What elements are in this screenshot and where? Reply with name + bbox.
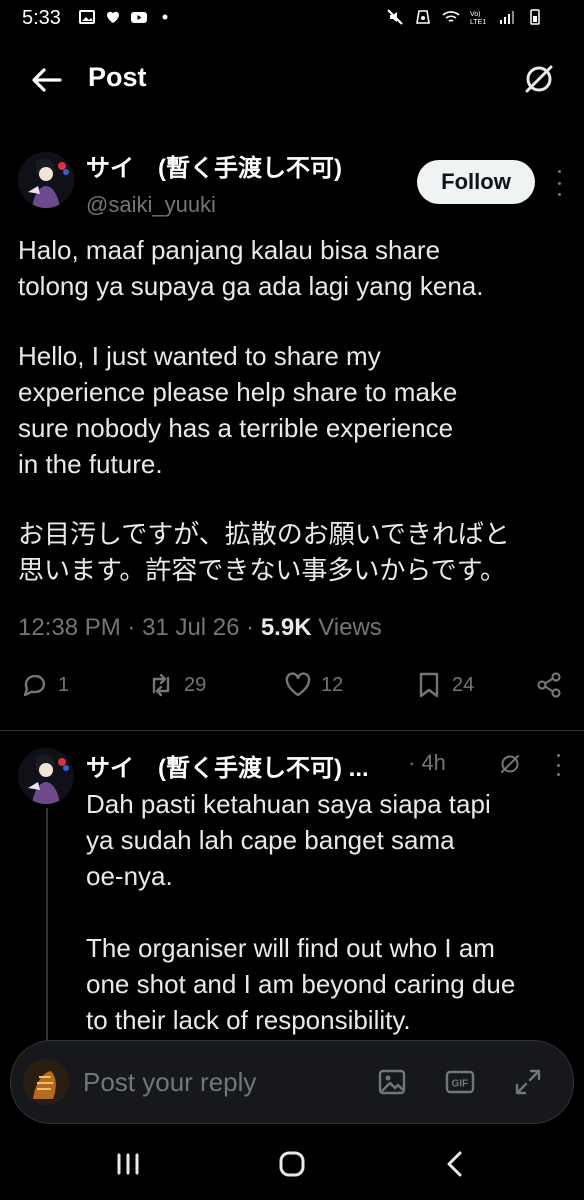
- divider: [0, 730, 584, 731]
- repost-icon: [152, 673, 170, 697]
- status-time: 5:33: [22, 7, 61, 29]
- recent-apps-icon[interactable]: [108, 1148, 148, 1180]
- action-bar: 1 29 12 24: [0, 670, 584, 710]
- post-meta: 12:38 PM · 31 Jul 26 · 5.9K Views: [18, 614, 382, 642]
- post-line: sure nobody has a terrible experience: [18, 413, 454, 443]
- page-title: Post: [88, 62, 147, 92]
- reply-text: Dah pasti ketahuan saya siapa tapi ya su…: [86, 786, 566, 1038]
- repost-button[interactable]: 29: [146, 670, 206, 700]
- reply-time: · 4h: [408, 750, 446, 775]
- reply-line: The organiser will find out who I am: [86, 933, 495, 963]
- reply-line: oe-nya.: [86, 861, 173, 891]
- post-time: 12:38 PM: [18, 614, 121, 641]
- post-line: in the future.: [18, 449, 163, 479]
- post-line: 思います。許容できない事多いからです。: [18, 555, 507, 585]
- dot-icon: [156, 8, 174, 26]
- reply-line: to their lack of responsibility.: [86, 1005, 411, 1035]
- bookmark-button[interactable]: 24: [414, 670, 474, 700]
- system-navigation-bar: [0, 1128, 584, 1200]
- meta-separator: ·: [246, 614, 255, 641]
- author-name[interactable]: サイ (暫く手渡し不可): [86, 148, 342, 183]
- reply-icon: [23, 674, 46, 697]
- svg-text:GIF: GIF: [452, 1079, 469, 1090]
- like-count: 12: [321, 673, 344, 696]
- author-handle[interactable]: @saiki_yuuki: [86, 192, 216, 218]
- post-line: お目汚しですが、拡散のお願いできればと: [18, 519, 510, 549]
- reply-line: one shot and I am beyond caring due: [86, 969, 516, 999]
- bookmark-count: 24: [452, 673, 475, 696]
- top-bar: Post: [0, 48, 584, 112]
- post-date: 31 Jul 26: [142, 614, 240, 641]
- post-line: tolong ya supaya ga ada lagi yang kena.: [18, 271, 484, 301]
- more-options-icon[interactable]: [552, 170, 566, 196]
- grok-icon[interactable]: [498, 752, 522, 776]
- follow-button[interactable]: Follow: [417, 160, 535, 204]
- gallery-icon: [78, 8, 96, 26]
- battery-icon: [526, 8, 544, 26]
- image-icon[interactable]: [375, 1065, 409, 1099]
- share-icon: [537, 672, 561, 698]
- reply-line: Dah pasti ketahuan saya siapa tapi: [86, 789, 491, 819]
- bookmark-icon: [419, 672, 439, 698]
- youtube-icon: [130, 8, 148, 26]
- views-label: Views: [318, 614, 382, 641]
- gif-icon[interactable]: GIF: [443, 1065, 477, 1099]
- volte-icon: Vo) LTE1: [470, 8, 488, 26]
- more-options-icon[interactable]: [552, 754, 564, 776]
- reply-line: ya sudah lah cape banget sama: [86, 825, 455, 855]
- reply-composer: GIF: [10, 1040, 574, 1124]
- svg-text:LTE1: LTE1: [470, 19, 486, 26]
- post-line: experience please help share to make: [18, 377, 458, 407]
- back-icon[interactable]: [436, 1148, 476, 1180]
- svg-text:Vo): Vo): [470, 11, 481, 18]
- status-bar: 5:33 Vo) LTE1: [0, 0, 584, 38]
- reply-input[interactable]: [81, 1059, 365, 1105]
- share-button[interactable]: [534, 670, 564, 700]
- reply-button[interactable]: 1: [20, 670, 69, 700]
- avatar[interactable]: [18, 152, 74, 208]
- home-icon[interactable]: [272, 1148, 312, 1180]
- repost-count: 29: [184, 673, 207, 696]
- post-line: Hello, I just wanted to share my: [18, 341, 381, 371]
- like-button[interactable]: 12: [283, 670, 343, 700]
- heart-icon: [104, 8, 122, 26]
- avatar[interactable]: [18, 748, 74, 804]
- post-text: Halo, maaf panjang kalau bisa share tolo…: [18, 232, 566, 588]
- mute-icon: [386, 8, 404, 26]
- wifi-icon: [442, 8, 460, 26]
- recycle-icon: [414, 8, 432, 26]
- views-count[interactable]: 5.9K: [261, 614, 312, 641]
- signal-icon: [498, 8, 516, 26]
- meta-separator: ·: [127, 614, 136, 641]
- reply-author-name[interactable]: サイ (暫く手渡し不可) ...: [86, 748, 369, 783]
- expand-icon[interactable]: [511, 1065, 545, 1099]
- post-line: Halo, maaf panjang kalau bisa share: [18, 235, 441, 265]
- avatar[interactable]: [23, 1059, 69, 1105]
- heart-icon: [285, 672, 311, 697]
- reply-count: 1: [58, 673, 70, 696]
- back-arrow-icon[interactable]: [26, 62, 66, 98]
- grok-icon[interactable]: [522, 62, 556, 96]
